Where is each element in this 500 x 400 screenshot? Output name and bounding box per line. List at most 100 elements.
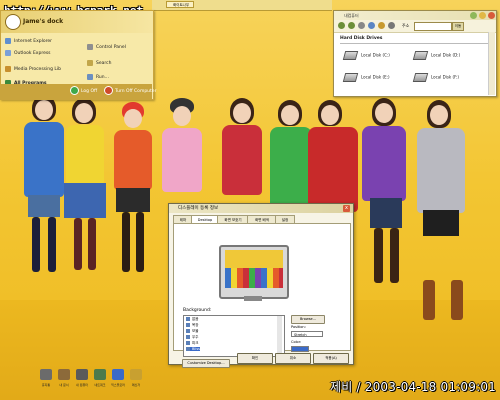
start-item-label: Outlook Express [14,51,51,56]
list-item-label: 목장 [192,323,199,327]
image-icon [186,329,190,333]
start-item-label: Run... [96,75,109,80]
list-item-label: 없음 [192,317,199,321]
list-item[interactable]: 목장 [186,323,198,328]
display-properties-dialog: 디스플레이 등록 정보 x 테마 Desktop 화면 보호기 화면 배색 설정… [168,203,354,368]
cancel-button[interactable]: 취소 [275,353,311,364]
ok-button[interactable]: 확인 [237,353,273,364]
media-icon [5,65,11,72]
minimize-button[interactable] [470,12,477,19]
mail-icon [5,49,11,56]
drive-d[interactable]: Local Disk (D:) [412,51,460,60]
search-icon [87,59,93,66]
start-item-search[interactable]: Search [87,59,111,68]
desktop-icon-label: 내 문서 [59,383,69,387]
address-label: 주소 [402,23,410,28]
dialog-close-button[interactable]: x [343,205,350,212]
folders-icon[interactable] [378,22,385,29]
explorer-toolbar: 주소 이동 [334,20,496,33]
documents-icon[interactable] [58,369,70,380]
drive-label: Local Disk (C:) [361,52,390,58]
color-label: Color: [291,340,302,344]
scrollbar[interactable] [488,32,495,95]
drive-e[interactable]: Local Disk (E:) [342,73,390,82]
user-name: Jame's dock [23,18,64,25]
start-item-control-panel[interactable]: Control Panel [87,43,126,52]
position-label: Position: [291,325,306,329]
computer-icon[interactable] [76,369,88,380]
customize-desktop-button[interactable]: Customize Desktop... [182,359,230,368]
close-button[interactable] [488,12,495,19]
image-icon [186,335,190,339]
desktop-icon-label: 메신저 [131,383,141,387]
up-icon[interactable] [358,22,365,29]
list-item-label: 피크 [192,341,199,345]
run-icon [87,73,93,80]
start-item-outlook-express[interactable]: Outlook Express [5,49,51,58]
forward-icon[interactable] [348,22,355,29]
dialog-body: Background: 없음 목장 보물 우주 피크 Bliss Browse.… [173,223,351,368]
recycle-bin-icon[interactable] [40,369,52,380]
start-item-label: Media Processing Lib [14,67,62,72]
taskbar-button[interactable]: 화이트나무 [166,1,194,8]
maximize-button[interactable] [479,12,486,19]
image-icon [186,347,190,351]
apply-button[interactable]: 적용(A) [313,353,349,364]
log-off-label: Log Off [81,89,98,94]
views-icon[interactable] [388,22,395,29]
back-icon[interactable] [338,22,345,29]
log-off-button[interactable]: Log Off [70,86,97,95]
search-icon[interactable] [368,22,375,29]
start-item-label: Control Panel [96,45,126,50]
image-icon [186,317,190,321]
address-bar[interactable] [414,22,452,31]
hard-drive-icon [412,73,429,82]
hard-drive-icon [342,73,359,82]
color-picker[interactable] [291,346,309,352]
my-computer-window: 내컴퓨터 주소 이동 Hard Disk Drives Local Disk (… [333,10,497,97]
start-item-media[interactable]: Media Processing Lib [5,65,61,74]
position-select[interactable]: Stretch [291,331,323,337]
control-panel-icon [87,43,93,50]
drive-label: Local Disk (F:) [431,74,459,80]
start-item-label: Internet Explorer [14,39,53,44]
list-item-selected[interactable]: Bliss [186,347,200,351]
ie-icon [5,37,11,44]
monitor-preview [219,245,289,299]
log-off-icon [70,86,79,95]
desktop-icon-label: 익스플로러 [111,383,125,387]
list-item[interactable]: 피크 [186,341,198,346]
list-item[interactable]: 없음 [186,317,198,322]
hard-drive-icon [412,51,429,60]
background-label: Background: [183,308,212,313]
turn-off-label: Turn Off Computer [115,89,157,94]
start-item-run[interactable]: Run... [87,73,109,82]
section-divider [340,43,488,44]
list-item-label: Bliss [192,347,200,351]
ie-icon[interactable] [112,369,124,380]
go-button[interactable]: 이동 [452,22,464,31]
drive-c[interactable]: Local Disk (C:) [342,51,390,60]
list-scrollbar[interactable] [277,316,282,354]
hard-drive-icon [342,51,359,60]
drive-f[interactable]: Local Disk (F:) [412,73,459,82]
turn-off-button[interactable]: Turn Off Computer [104,86,156,95]
dialog-title: 디스플레이 등록 정보 [169,204,353,213]
list-item-label: 보물 [192,329,199,333]
list-item-label: 우주 [192,335,199,339]
power-icon [104,86,113,95]
preview-screen [225,250,283,288]
list-item[interactable]: 우주 [186,335,198,340]
clock: 제비 / 2003-04-18 01:09:01 [330,380,496,394]
messenger-icon[interactable] [130,369,142,380]
network-icon[interactable] [94,369,106,380]
desktop-icon-label: 내 컴퓨터 [76,383,88,387]
list-item[interactable]: 보물 [186,329,198,334]
start-menu-header: Jame's dock [1,11,153,33]
image-icon [186,323,190,327]
start-item-label: Search [96,61,112,66]
start-item-internet-explorer[interactable]: Internet Explorer [5,37,52,46]
browse-button[interactable]: Browse... [291,315,325,324]
background-list[interactable]: 없음 목장 보물 우주 피크 Bliss [183,315,285,357]
drive-label: Local Disk (E:) [361,74,390,80]
